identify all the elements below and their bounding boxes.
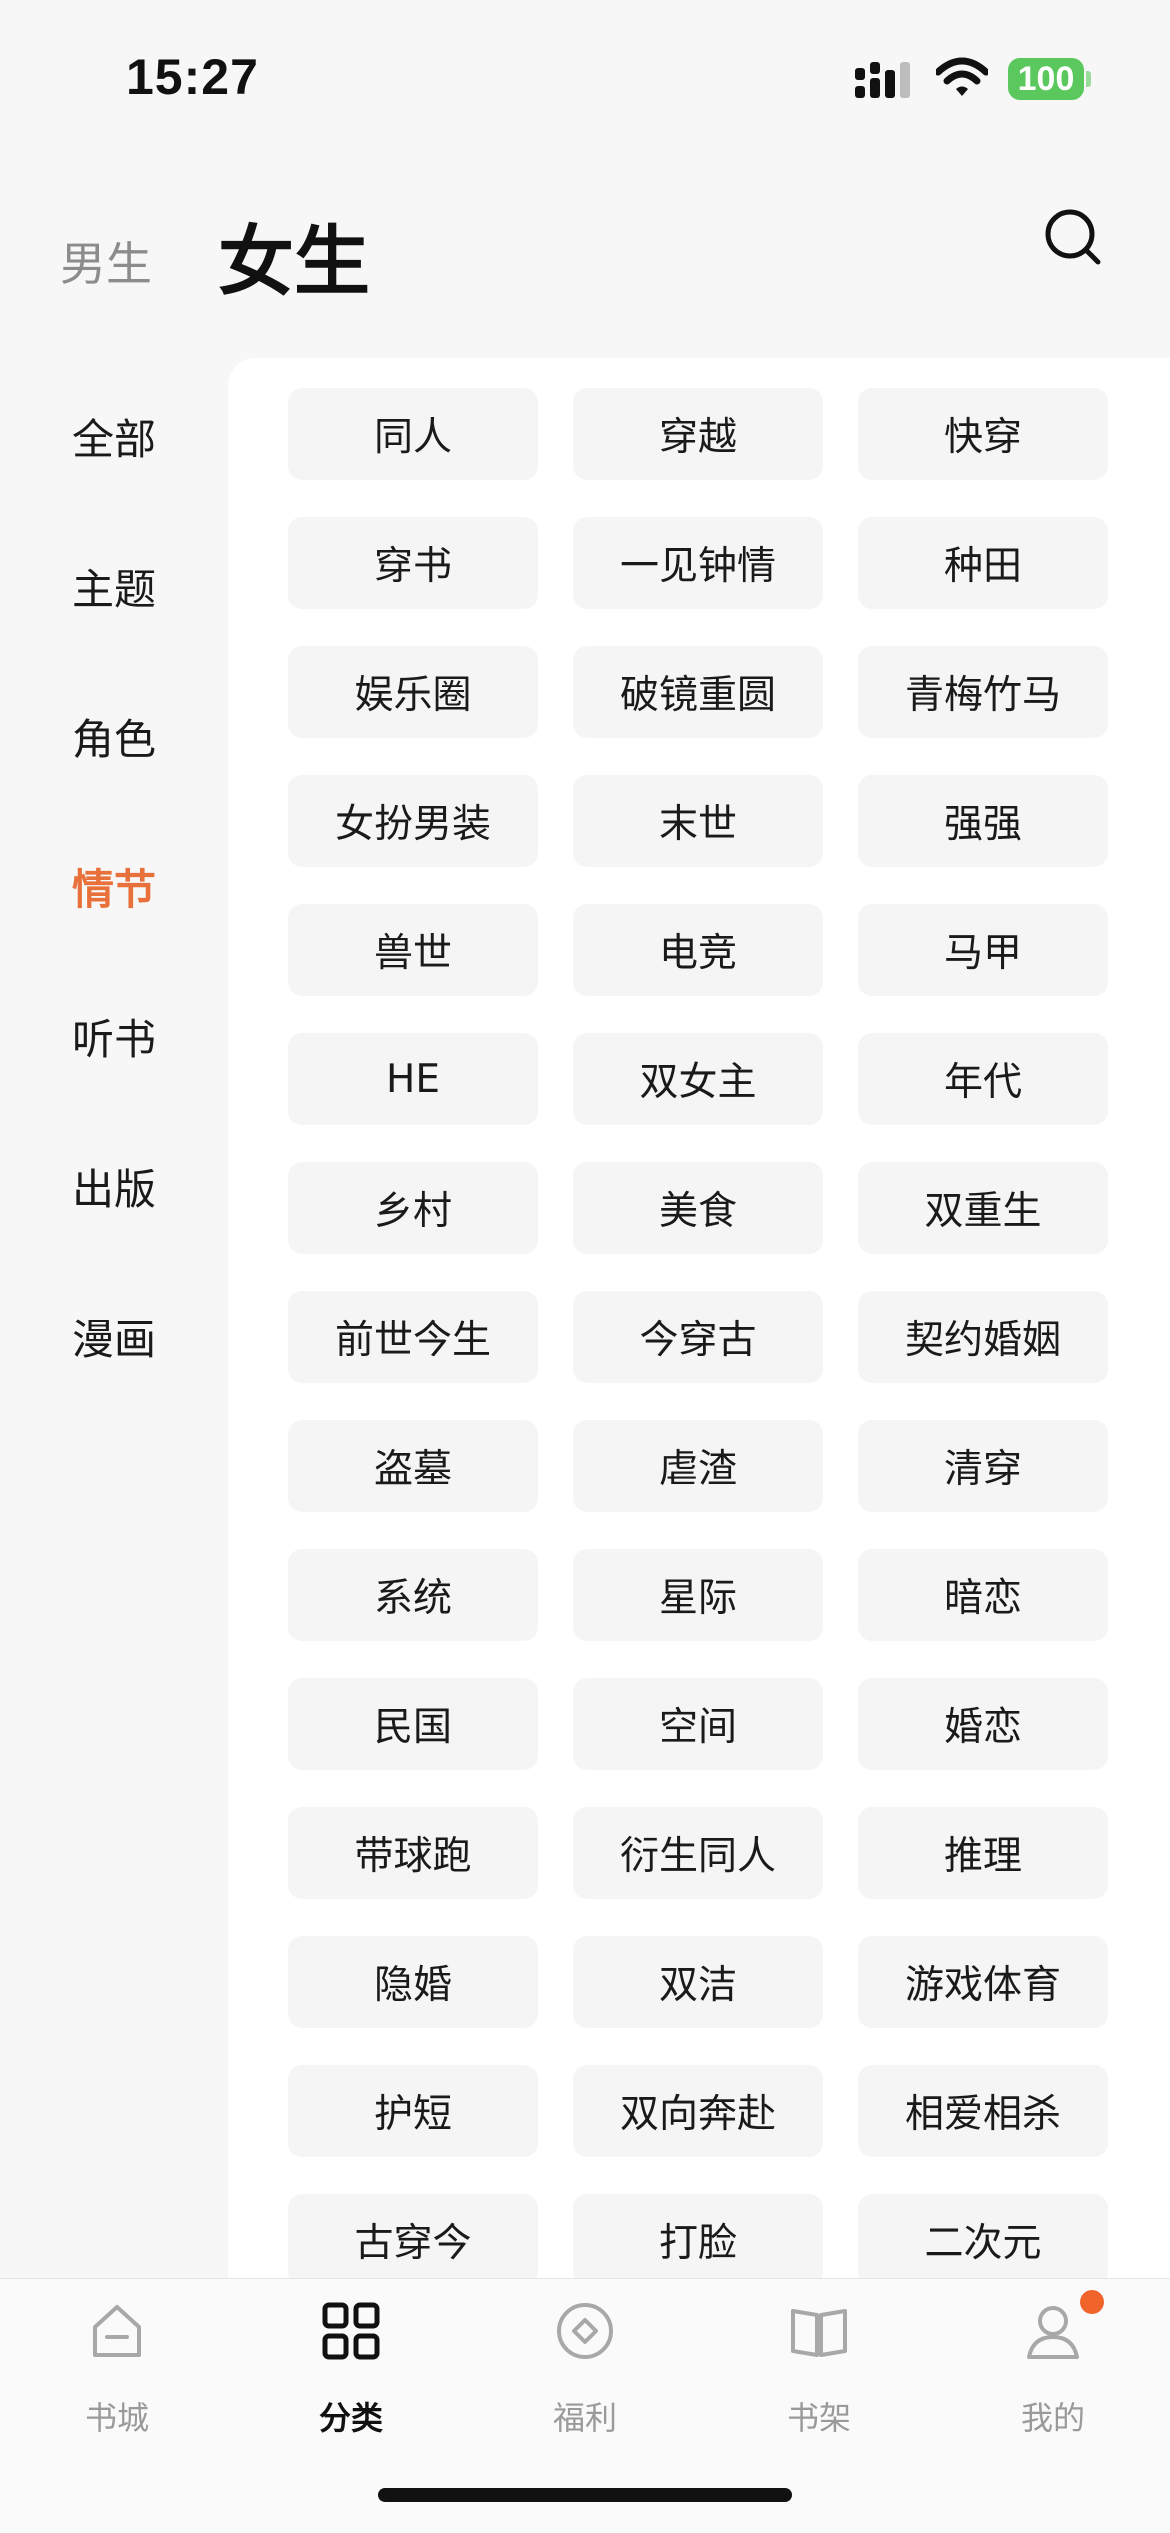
tag-chip[interactable]: 双重生 (858, 1162, 1108, 1254)
home-indicator (378, 2488, 792, 2502)
tag-chip[interactable]: 二次元 (858, 2194, 1108, 2286)
tab-female[interactable]: 女生 (218, 200, 370, 310)
sidebar-item[interactable]: 角色 (0, 710, 228, 770)
tab-label: 我的 (1020, 2399, 1085, 2437)
sidebar-item[interactable]: 漫画 (0, 1310, 228, 1370)
tag-chip[interactable]: 快穿 (858, 388, 1108, 480)
tag-chip[interactable]: 相爱相杀 (858, 2065, 1108, 2157)
tag-chip[interactable]: 今穿古 (573, 1291, 823, 1383)
tag-chip[interactable]: 带球跑 (288, 1807, 538, 1899)
sidebar-item[interactable]: 出版 (0, 1160, 228, 1220)
user-icon (1027, 2306, 1079, 2359)
tag-chip[interactable]: 娱乐圈 (288, 646, 538, 738)
tag-chip[interactable]: 种田 (858, 517, 1108, 609)
tab-label: 福利 (552, 2399, 617, 2437)
tag-chip[interactable]: 暗恋 (858, 1549, 1108, 1641)
tab-male[interactable]: 男生 (60, 228, 152, 294)
tab-category[interactable]: 分类 (234, 2279, 468, 2479)
tag-chip[interactable]: 打脸 (573, 2194, 823, 2286)
tab-label: 分类 (318, 2399, 383, 2437)
signal-icon (855, 62, 910, 98)
sidebar-item[interactable]: 情节 (0, 860, 228, 920)
tag-chip[interactable]: 穿越 (573, 388, 823, 480)
category-grid-icon (322, 2302, 380, 2360)
tag-chip[interactable]: 推理 (858, 1807, 1108, 1899)
tab-mine[interactable]: 我的 (936, 2279, 1170, 2479)
tag-chip[interactable]: 前世今生 (288, 1291, 538, 1383)
tag-chip[interactable]: 清穿 (858, 1420, 1108, 1512)
tag-chip[interactable]: 乡村 (288, 1162, 538, 1254)
tag-chip[interactable]: 末世 (573, 775, 823, 867)
tag-chip[interactable]: 同人 (288, 388, 538, 480)
tag-chip[interactable]: 婚恋 (858, 1678, 1108, 1770)
sidebar-item[interactable]: 主题 (0, 560, 228, 620)
tag-panel: 同人 穿越 快穿穿书 一见钟情 种田娱乐圈 破镜重圆 青梅竹马女扮男装 末世 强强兽世 电竞 马甲 H… (228, 358, 1170, 2286)
tag-chip[interactable]: 破镜重圆 (573, 646, 823, 738)
tag-chip[interactable]: 空间 (573, 1678, 823, 1770)
tab-label: 书架 (786, 2399, 851, 2437)
battery-tip (1086, 71, 1091, 87)
tag-chip[interactable]: 星际 (573, 1549, 823, 1641)
tag-chip[interactable]: 兽世 (288, 904, 538, 996)
tag-chip[interactable]: 虐渣 (573, 1420, 823, 1512)
tab-bookstore[interactable]: 书城 (0, 2279, 234, 2479)
tag-chip[interactable]: 女扮男装 (288, 775, 538, 867)
tag-chip[interactable]: HE (288, 1033, 538, 1125)
tab-label: 书城 (84, 2399, 149, 2437)
tag-chip[interactable]: 民国 (288, 1678, 538, 1770)
tag-chip[interactable]: 系统 (288, 1549, 538, 1641)
tag-chip[interactable]: 穿书 (288, 517, 538, 609)
tag-chip[interactable]: 隐婚 (288, 1936, 538, 2028)
book-open-icon (791, 2309, 847, 2357)
notification-dot (1080, 2290, 1104, 2314)
status-time: 15:27 (126, 49, 259, 105)
tag-chip[interactable]: 双女主 (573, 1033, 823, 1125)
battery-indicator: 100 (1008, 58, 1084, 100)
tag-chip[interactable]: 盗墓 (288, 1420, 538, 1512)
tab-bookshelf[interactable]: 书架 (702, 2279, 936, 2479)
wifi-icon (936, 57, 988, 96)
tag-chip[interactable]: 双向奔赴 (573, 2065, 823, 2157)
tag-chip[interactable]: 护短 (288, 2065, 538, 2157)
sidebar-item[interactable]: 听书 (0, 1010, 228, 1070)
tag-chip[interactable]: 电竞 (573, 904, 823, 996)
tag-chip[interactable]: 契约婚姻 (858, 1291, 1108, 1383)
tag-chip[interactable]: 衍生同人 (573, 1807, 823, 1899)
tag-chip[interactable]: 青梅竹马 (858, 646, 1108, 738)
tag-chip[interactable]: 一见钟情 (573, 517, 823, 609)
tag-chip[interactable]: 双洁 (573, 1936, 823, 2028)
sidebar-item[interactable]: 全部 (0, 410, 228, 470)
tag-chip[interactable]: 年代 (858, 1033, 1108, 1125)
tag-chip[interactable]: 美食 (573, 1162, 823, 1254)
home-icon (93, 2305, 141, 2357)
tag-chip[interactable]: 古穿今 (288, 2194, 538, 2286)
gift-coin-icon (557, 2303, 613, 2359)
tab-welfare[interactable]: 福利 (468, 2279, 702, 2479)
tag-chip[interactable]: 马甲 (858, 904, 1108, 996)
search-icon[interactable] (1042, 206, 1106, 270)
tag-chip[interactable]: 强强 (858, 775, 1108, 867)
tag-chip[interactable]: 游戏体育 (858, 1936, 1108, 2028)
